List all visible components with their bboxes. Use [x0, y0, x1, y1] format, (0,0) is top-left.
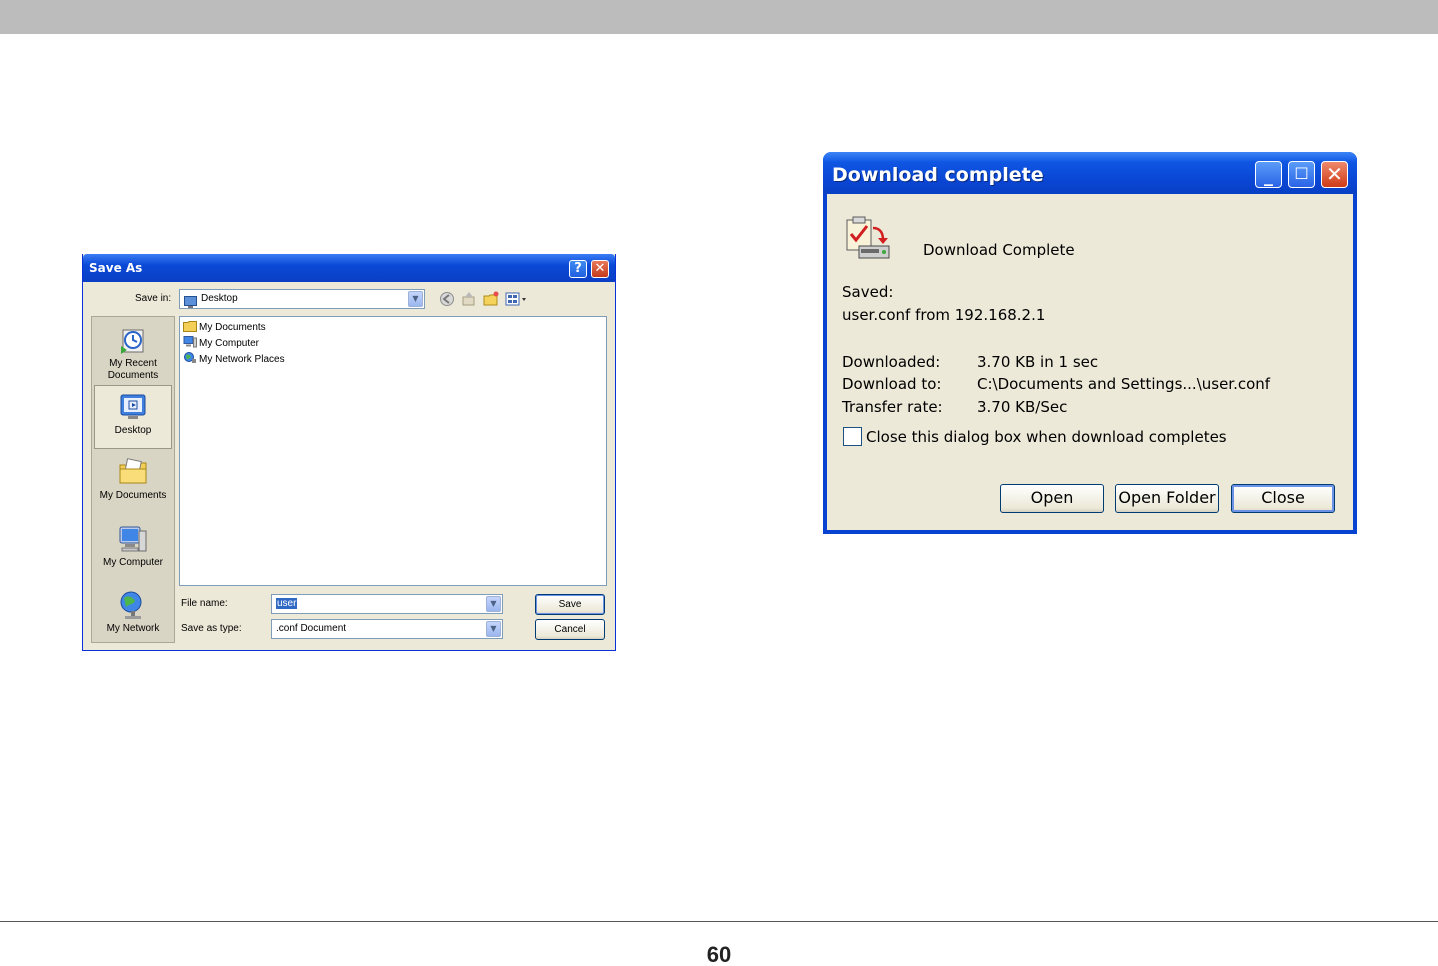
download-heading: Download Complete — [923, 241, 1075, 259]
list-item[interactable]: My Computer — [183, 336, 259, 350]
folder-icon — [183, 320, 197, 332]
save-as-type-select[interactable]: .conf Document ▼ — [271, 619, 503, 639]
my-network-icon — [117, 589, 149, 621]
place-label-my-computer: My Computer — [102, 557, 163, 568]
close-when-done-checkbox[interactable] — [843, 427, 862, 446]
maximize-button[interactable]: ☐ — [1288, 161, 1315, 188]
save-in-label: Save in: — [135, 293, 172, 304]
computer-icon — [183, 336, 197, 348]
file-name-my-computer: My Computer — [199, 338, 260, 349]
close-dialog-button[interactable]: Close — [1231, 484, 1335, 513]
download-body: Download Complete Saved: user.conf from … — [827, 194, 1353, 530]
downloaded-value: 3.70 KB in 1 sec — [977, 353, 1099, 371]
maximize-icon: ☐ — [1294, 164, 1309, 183]
up-folder-icon[interactable] — [461, 291, 477, 307]
list-item[interactable]: My Documents — [183, 320, 266, 334]
back-icon[interactable] — [439, 291, 455, 307]
saved-label: Saved: — [842, 283, 894, 301]
save-as-title-bar: Save As ? ✕ — [83, 254, 615, 282]
place-label-my-documents: My Documents — [99, 490, 167, 501]
recent-documents-icon — [117, 324, 149, 356]
my-computer-icon — [117, 523, 149, 555]
chevron-down-icon[interactable]: ▼ — [408, 291, 423, 307]
network-places-icon — [183, 352, 197, 364]
file-name-my-network-places: My Network Places — [199, 354, 285, 365]
download-complete-icon — [843, 216, 893, 264]
cancel-button[interactable]: Cancel — [535, 619, 605, 640]
places-bar: My Recent Documents Desktop My Documents… — [91, 316, 175, 643]
transfer-rate-value: 3.70 KB/Sec — [977, 398, 1068, 416]
close-icon: ✕ — [1326, 162, 1343, 186]
place-my-network[interactable]: My Network — [94, 584, 172, 648]
desktop-icon — [117, 391, 149, 423]
transfer-rate-label: Transfer rate: — [842, 398, 943, 416]
chevron-down-icon[interactable]: ▼ — [486, 596, 501, 612]
save-button[interactable]: Save — [535, 594, 605, 615]
saved-value: user.conf from 192.168.2.1 — [842, 306, 1046, 324]
save-in-select[interactable]: Desktop ▼ — [179, 289, 425, 309]
my-documents-icon — [117, 456, 149, 488]
open-button[interactable]: Open — [1000, 484, 1104, 513]
help-button[interactable]: ? — [569, 260, 587, 278]
open-folder-button[interactable]: Open Folder — [1115, 484, 1219, 513]
desktop-icon — [184, 293, 197, 308]
minimize-icon: _ — [1264, 166, 1273, 187]
place-my-documents[interactable]: My Documents — [94, 451, 172, 515]
views-menu-icon[interactable] — [505, 291, 529, 307]
save-as-type-label: Save as type: — [181, 623, 242, 634]
minimize-button[interactable]: _ — [1255, 161, 1282, 188]
download-title-bar: Download complete _ ☐ ✕ — [823, 152, 1357, 194]
download-to-label: Download to: — [842, 375, 942, 393]
manual-page: Save As ? ✕ Save in: Desktop ▼ My Recent… — [0, 0, 1438, 966]
place-desktop[interactable]: Desktop — [94, 385, 172, 449]
new-folder-icon[interactable] — [483, 291, 499, 307]
download-to-value: C:\Documents and Settings...\user.conf — [977, 375, 1271, 393]
file-name-text: user — [276, 598, 298, 609]
place-my-recent-documents[interactable]: My Recent Documents — [94, 319, 172, 383]
page-number: 60 — [706, 942, 732, 966]
place-label-my-recent-documents: My Recent Documents — [107, 358, 159, 381]
save-in-value: Desktop — [201, 293, 238, 304]
file-name-label: File name: — [181, 598, 228, 609]
download-title: Download complete — [832, 164, 1044, 186]
close-window-button[interactable]: ✕ — [1321, 161, 1348, 188]
save-as-dialog: Save As ? ✕ Save in: Desktop ▼ My Recent… — [82, 254, 616, 651]
place-label-my-network: My Network — [106, 623, 160, 634]
save-as-type-value: .conf Document — [276, 623, 347, 634]
download-complete-dialog: Download complete _ ☐ ✕ Download Complet… — [823, 152, 1357, 534]
header-band — [0, 0, 1438, 34]
chevron-down-icon[interactable]: ▼ — [486, 621, 501, 637]
close-when-done-label[interactable]: Close this dialog box when download comp… — [866, 428, 1227, 446]
list-item[interactable]: My Network Places — [183, 352, 285, 366]
place-my-computer[interactable]: My Computer — [94, 518, 172, 582]
downloaded-label: Downloaded: — [842, 353, 941, 371]
file-name-field[interactable]: user ▼ — [271, 594, 503, 614]
close-button[interactable]: ✕ — [591, 260, 609, 278]
file-name-my-documents: My Documents — [199, 322, 266, 333]
place-label-desktop: Desktop — [114, 425, 152, 436]
file-list[interactable]: My Documents My Computer My Network Plac… — [179, 316, 607, 586]
footer-rule — [0, 921, 1438, 922]
save-as-title: Save As — [89, 261, 143, 275]
file-name-value: user — [276, 598, 298, 609]
